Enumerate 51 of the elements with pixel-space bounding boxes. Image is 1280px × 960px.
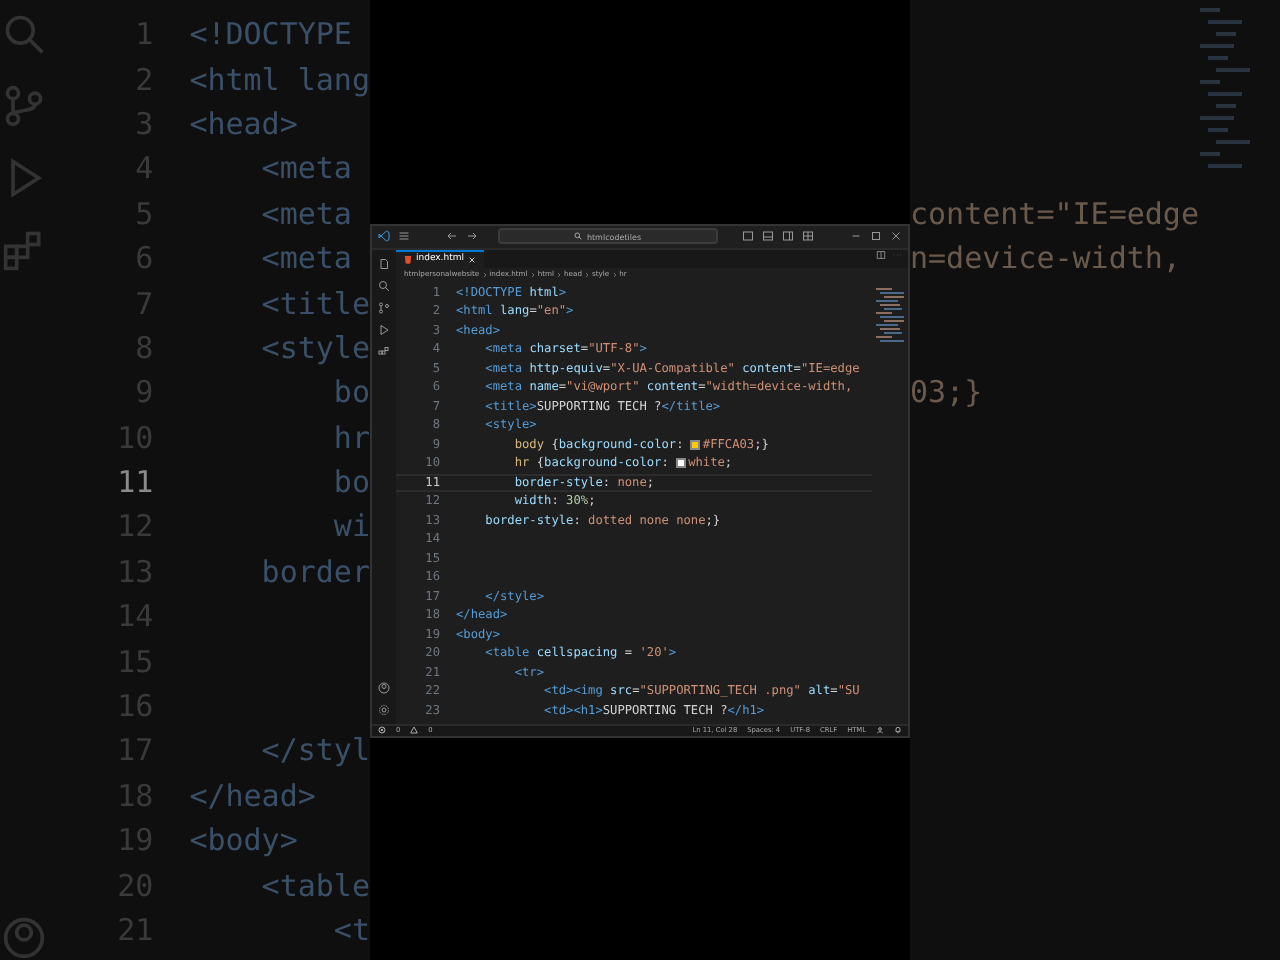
menu-icon[interactable] [398, 230, 410, 242]
code-text: <html lang [189, 61, 370, 98]
extensions-icon[interactable] [378, 345, 390, 357]
code-text: <table [259, 867, 370, 904]
code-text: <meta [259, 240, 352, 277]
search-icon[interactable] [378, 279, 390, 291]
account-icon [876, 726, 884, 734]
files-icon[interactable] [378, 257, 390, 269]
settings-icon[interactable] [378, 703, 390, 715]
code-text: border [259, 553, 370, 590]
forward-arrow-icon[interactable] [466, 230, 478, 242]
html-file-icon [404, 255, 412, 263]
layout-icon[interactable] [782, 230, 794, 242]
color-swatch-icon[interactable] [676, 458, 687, 469]
layout-icon[interactable] [802, 230, 814, 242]
code-text: <style [259, 329, 370, 366]
line-number: 11 [115, 464, 154, 501]
minimize-icon[interactable] [850, 230, 862, 242]
code-text: <t [331, 912, 370, 948]
code-text: 03;} [910, 374, 983, 411]
close-icon[interactable] [890, 230, 902, 242]
search-icon [574, 232, 583, 240]
error-icon [378, 726, 386, 734]
source-control-icon[interactable] [378, 301, 390, 313]
code-text: <title [259, 285, 370, 322]
split-editor-icon[interactable] [876, 249, 886, 259]
back-arrow-icon[interactable] [446, 230, 458, 242]
code-text: wi [331, 508, 370, 545]
bell-icon [894, 726, 902, 734]
code-text: hr [331, 419, 370, 456]
code-text: </styl [259, 732, 370, 769]
code-text: </head> [189, 777, 316, 814]
layout-icon[interactable] [762, 230, 774, 242]
app-logo-icon[interactable] [378, 230, 390, 242]
code-text: <meta [259, 195, 352, 232]
layout-icon[interactable] [742, 230, 754, 242]
code-text: n=device-width, [910, 240, 1181, 277]
code-text: <body> [189, 822, 298, 859]
run-debug-icon[interactable] [378, 323, 390, 335]
color-swatch-icon[interactable] [690, 439, 701, 450]
minimap-drawing [876, 287, 904, 343]
code-text: content="IE=edge [910, 195, 1199, 232]
warning-icon [410, 726, 419, 734]
code-text: <!DOCTYPE [189, 16, 352, 53]
code-text: <head> [189, 105, 298, 142]
code-text: <meta [259, 150, 352, 187]
account-icon[interactable] [378, 681, 390, 693]
close-icon [468, 255, 476, 263]
maximize-icon[interactable] [870, 230, 882, 242]
code-text: bo [331, 464, 370, 501]
code-text: bo [331, 374, 370, 411]
